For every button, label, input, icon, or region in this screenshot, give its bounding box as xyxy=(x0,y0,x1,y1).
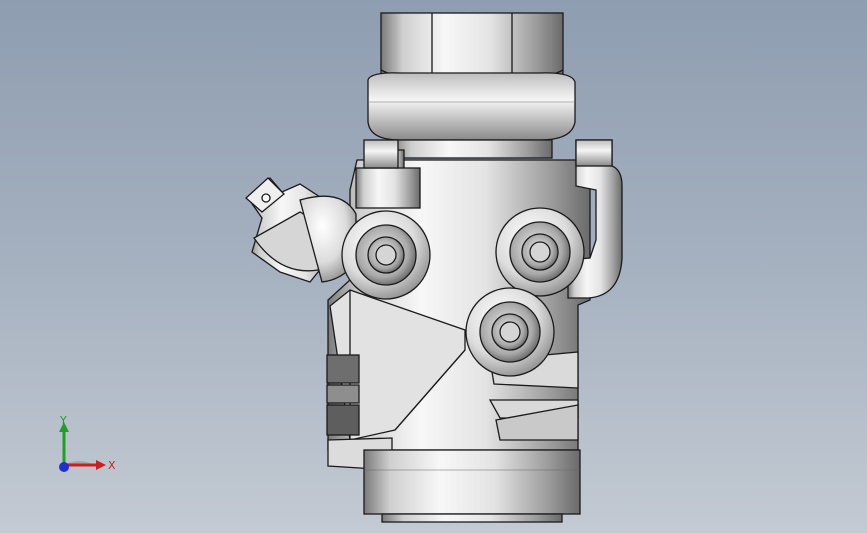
y-axis-label: Y xyxy=(59,414,67,427)
port-boss-center[interactable] xyxy=(465,287,555,377)
port-boss-right[interactable] xyxy=(495,207,585,297)
z-axis-dot-icon xyxy=(59,462,69,472)
3d-model-view[interactable] xyxy=(0,0,867,533)
graphics-viewport[interactable]: Y X xyxy=(0,0,867,533)
bottom-flange[interactable] xyxy=(363,449,581,523)
hex-cap[interactable] xyxy=(367,12,576,159)
x-axis-label: X xyxy=(108,459,116,472)
coordinate-triad: Y X xyxy=(59,414,116,472)
port-boss-left[interactable] xyxy=(341,210,431,300)
side-fitting[interactable] xyxy=(245,177,357,283)
x-axis-arrow-icon xyxy=(96,460,106,470)
